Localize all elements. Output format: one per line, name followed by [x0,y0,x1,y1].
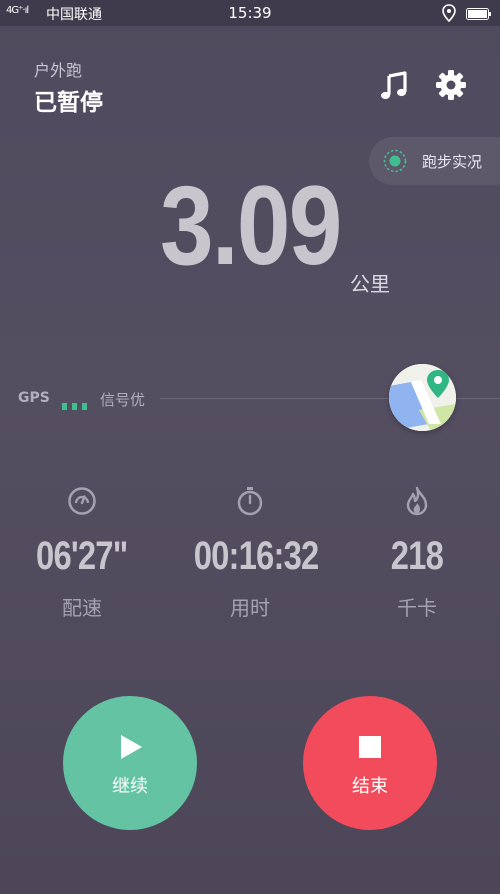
pace-label: 配速 [62,596,102,620]
music-note-icon[interactable] [378,70,410,102]
gps-signal-text: 信号优 [100,391,146,409]
calories-label: 千卡 [397,596,437,620]
duration-value: 00:16:32 [193,534,320,578]
live-status-label: 跑步实况 [422,153,483,171]
map-button[interactable] [389,364,456,431]
radar-icon [383,149,407,173]
stop-icon [359,736,381,758]
location-pin-icon [442,4,456,22]
flame-icon [406,486,428,516]
gear-icon[interactable] [436,70,466,100]
calories-value: 218 [390,534,444,578]
stat-duration: 00:16:32 用时 [180,486,320,621]
play-icon [121,735,142,759]
end-button[interactable]: 结束 [303,696,437,830]
status-bar: 4G⁺·ıl 中国联通 15:39 [0,0,500,26]
map-icon [389,364,456,431]
activity-type: 户外跑 [34,61,83,80]
continue-label: 继续 [112,776,148,797]
continue-button[interactable]: 继续 [63,696,197,830]
stat-pace: 06'27" 配速 [12,486,152,621]
distance-value: 3.09 [160,163,342,288]
battery-icon [466,8,491,20]
duration-label: 用时 [230,596,270,620]
run-status: 已暂停 [34,90,103,116]
end-label: 结束 [352,776,388,797]
pace-value: 06'27" [36,534,128,578]
status-time: 15:39 [228,4,272,22]
stat-calories: 218 千卡 [347,486,487,621]
live-status-button[interactable]: 跑步实况 [369,137,500,185]
stopwatch-icon [237,487,263,516]
gps-signal-bars [62,395,92,410]
speedometer-icon [68,487,96,515]
gps-label: GPS [18,390,50,406]
distance-unit: 公里 [350,272,390,296]
